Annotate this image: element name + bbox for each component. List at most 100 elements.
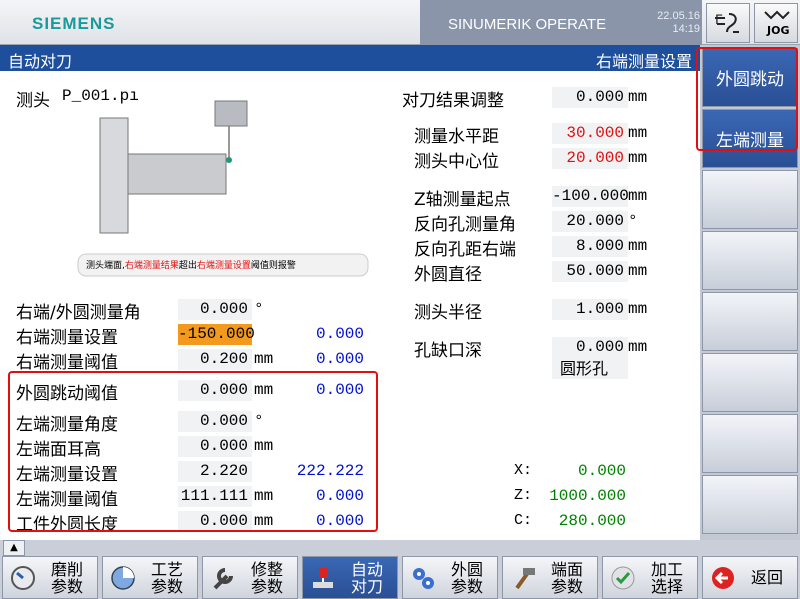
coord-value: 1000.000 [549,487,626,505]
right-field-value[interactable]: 20.000 [552,148,628,169]
right-field-label: 对刀结果调整 [402,91,504,111]
probe-diagram [77,100,369,277]
left-field-value[interactable]: -150.000 [178,324,255,345]
right-field-unit: mm [628,124,648,142]
date-text: 22.05.16 [657,10,700,22]
right-field-unit: mm [628,149,648,167]
bottom-key-label: 返回 [737,569,797,586]
bottom-key-line2: 对刀 [350,576,383,596]
coord-axis: C: [514,512,533,529]
chevron-up-icon: ▲ [10,542,18,553]
wrench-icon [213,567,233,589]
bottom-key-label: 加工 选择 [637,561,697,595]
hole-type-select[interactable]: 圆形孔 [552,358,628,379]
softkey-8[interactable] [702,475,798,534]
bottom-key-label: 外圆 参数 [437,561,497,595]
left-field-unit: mm [254,350,274,368]
right-field-value[interactable]: 1.000 [552,299,628,320]
page-subtitle: 右端测量设置 [595,52,692,71]
bottom-key-3[interactable]: 修整 参数 [202,556,298,599]
right-field-unit: mm [628,262,648,280]
pie-icon [111,565,135,590]
svg-text:ᒥ᠋: ᒥ᠋ [715,13,723,28]
bottom-key-8[interactable]: 返回 [702,556,798,599]
right-field-label: 测量水平距 [414,127,499,147]
check-icon [611,566,635,589]
siemens-logo: SIEMENS [32,14,116,33]
highlight-box-left [8,371,378,532]
right-field-unit: mm [628,300,648,318]
caption-red2: 右端测量设置 [196,261,251,271]
softkey-3[interactable] [702,170,798,229]
right-field-label: Z轴测量起点 [414,190,511,210]
bottom-key-7[interactable]: 加工 选择 [602,556,698,599]
caption-mid: 超出 [178,261,197,271]
right-field-value[interactable]: 50.000 [552,261,628,282]
bottom-key-line1: 磨削 [50,559,83,579]
channel-icon-button[interactable]: ᒥ᠋ [706,3,750,43]
right-field-unit: ° [628,212,638,230]
right-field-unit: mm [628,338,648,356]
bottom-key-line2: 参数 [550,576,583,596]
right-field-value[interactable]: 0.000 [552,87,628,108]
bottom-key-label: 端面 参数 [537,561,597,595]
right-field-value[interactable]: 20.000 [552,211,628,232]
bottom-key-line1: 工艺 [150,559,183,579]
coord-axis: Z: [514,487,533,504]
back-icon [712,566,734,589]
bottom-key-label: 磨削 参数 [37,561,97,595]
right-field-unit: mm [628,237,648,255]
coord-value: 280.000 [558,512,626,530]
hammer-icon [515,567,535,589]
coord-axis: X: [514,462,533,479]
bottom-key-4[interactable]: 自动 对刀 [302,556,398,599]
caption-red1: 右端测量结果 [124,261,179,271]
right-field-label: 反向孔距右端 [414,240,516,260]
right-field-label: 反向孔测量角 [414,215,516,235]
softkey-6[interactable] [702,353,798,412]
right-field-label: 测头中心位 [414,152,499,172]
right-field-label: 外圆直径 [414,265,482,285]
datetime: 22.05.16 14:19 [632,10,700,36]
probe-head [214,100,248,127]
softkey-4[interactable] [702,231,798,290]
left-field-value[interactable]: 0.000 [178,299,252,320]
caption-pre: 测头端面, [86,261,125,271]
coord-value: 0.000 [577,462,626,480]
caption-post: 阈值则报警 [250,261,296,271]
right-field-value[interactable]: 0.000 [552,337,628,358]
right-field-unit: mm [628,88,648,106]
bottom-key-2[interactable]: 工艺 参数 [102,556,198,599]
workpiece [127,153,227,195]
bottom-key-line1: 返回 [750,568,783,587]
bottom-key-line1: 加工 [650,559,683,579]
left-field-extra: 0.000 [315,350,364,368]
channel-icon: ᒥ᠋ [715,13,739,33]
softkey-5[interactable] [702,292,798,351]
gears-icon [413,567,434,589]
bottom-key-label: 自动 对刀 [337,561,397,595]
bottom-key-line1: 端面 [550,559,583,579]
jog-label: JOG [767,24,790,37]
dial-icon [11,565,35,590]
bottom-key-line2: 选择 [650,576,683,596]
right-field-label: 孔缺口深 [414,341,482,361]
bottom-key-1[interactable]: 磨削 参数 [2,556,98,599]
bottom-key-5[interactable]: 外圆 参数 [402,556,498,599]
bottom-key-line2: 参数 [250,576,283,596]
bottom-key-line1: 自动 [350,559,383,579]
jog-mode-button[interactable]: JOG [754,3,798,43]
left-field-label: 右端测量阈值 [16,353,118,373]
chuck [99,117,129,234]
highlight-box-softkeys [696,47,798,151]
right-field-value[interactable]: 30.000 [552,123,628,144]
softkey-7[interactable] [702,414,798,473]
recall-up-button[interactable]: ▲ [3,540,25,556]
bottom-key-line2: 参数 [150,576,183,596]
right-field-value[interactable]: -100.000 [552,186,629,207]
bottom-key-6[interactable]: 端面 参数 [502,556,598,599]
right-field-value[interactable]: 8.000 [552,236,628,257]
bottom-key-line2: 参数 [450,576,483,596]
left-field-unit: ° [254,300,264,318]
left-field-value[interactable]: 0.200 [178,349,252,370]
